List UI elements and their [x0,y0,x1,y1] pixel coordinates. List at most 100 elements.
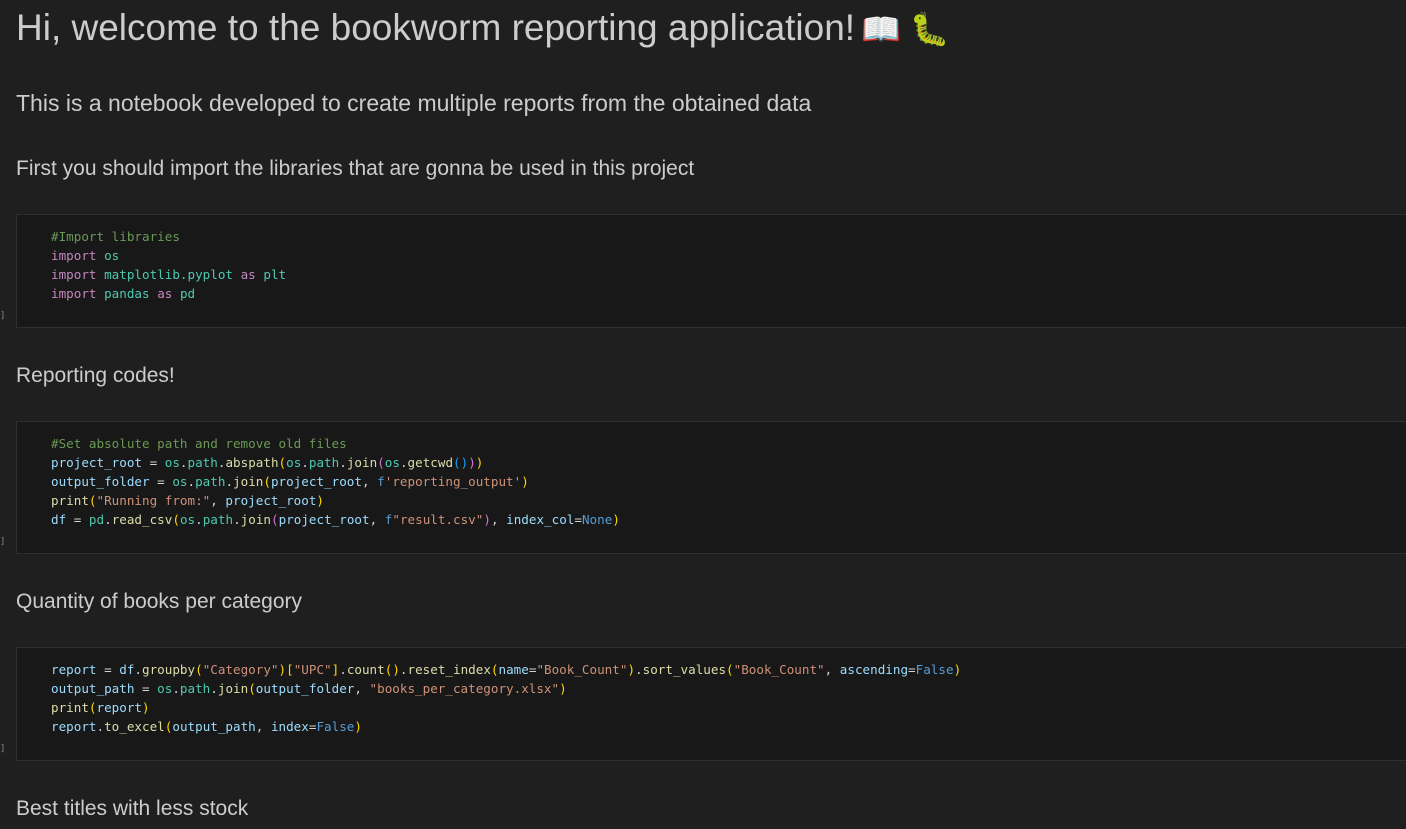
code-token: ( [278,455,287,470]
code-token: path [195,474,226,489]
code-line: #Import libraries [51,227,1406,246]
code-line: print(report) [51,698,1406,717]
code-cell-imports[interactable]: #Import libraries import os import matplot… [16,214,1406,328]
code-editor[interactable]: report = df.groupby("Category")["UPC"].c… [17,648,1406,736]
code-line: #Set absolute path and remove old files [51,434,1406,453]
code-token: . [172,681,180,696]
code-token: . [225,474,234,489]
code-token: join [217,681,249,696]
code-token: , [490,512,507,527]
code-token: join [240,512,271,527]
code-token: , [255,719,271,734]
code-token: join [346,455,378,470]
code-token: ( [88,700,97,715]
code-token: project_root [270,474,362,489]
code-token: report [96,700,143,715]
code-token: output_path [51,681,135,696]
code-cell-paths[interactable]: #Set absolute path and remove old files p… [16,421,1406,554]
code-token: ( [172,512,180,527]
code-line: output_path = os.path.join(output_folder… [51,679,1406,698]
code-token: path [202,512,234,527]
cell-bracket: ] [0,311,6,321]
notebook-title[interactable]: Hi, welcome to the bookworm reporting ap… [16,6,950,51]
code-token: , [210,493,226,508]
code-token: report [51,719,97,734]
code-token: name [498,662,529,677]
code-token: ( [726,662,734,677]
code-token: , [361,474,378,489]
intro-markdown[interactable]: This is a notebook developed to create m… [16,88,811,118]
code-token: path [179,681,211,696]
best-titles-heading[interactable]: Best titles with less stock [16,795,248,823]
code-token: project_root [51,455,142,470]
code-token: output_folder [255,681,355,696]
code-token: path [187,455,218,470]
code-token: sort_values [642,662,727,677]
code-token: print [51,493,89,508]
code-token: () [384,662,400,677]
code-token: = [142,455,165,470]
code-token: = [574,512,582,527]
code-token: ) [612,512,620,527]
code-token: , [354,681,370,696]
book-caterpillar-emoji: 📖 🐛 [861,11,950,47]
code-token: 'reporting_output' [384,474,522,489]
import-note-markdown[interactable]: First you should import the libraries th… [16,155,694,183]
code-line: import pandas as pd [51,284,1406,303]
code-token: os [384,455,400,470]
code-editor[interactable]: #Import libraries import os import matplot… [17,215,1406,303]
code-token: ) [559,681,567,696]
code-token: count [346,662,385,677]
code-token: os [157,681,173,696]
code-cell-report[interactable]: report = df.groupby("Category")["UPC"].c… [16,647,1406,761]
code-token: ) [142,700,150,715]
code-token: path [308,455,340,470]
code-token: . [339,455,347,470]
quantity-heading[interactable]: Quantity of books per category [16,588,302,616]
code-token: ( [195,662,203,677]
code-line: report = df.groupby("Category")["UPC"].c… [51,660,1406,679]
code-token: groupby [142,662,196,677]
code-token: . [187,474,196,489]
code-token: index [270,719,309,734]
code-token: reset_index [407,662,491,677]
code-token: "Running from:" [96,493,211,508]
code-token: = [149,474,173,489]
code-token: . [339,662,347,677]
code-token: plt [263,267,287,282]
code-token: "result.csv" [392,512,484,527]
code-editor[interactable]: #Set absolute path and remove old files p… [17,422,1406,529]
code-token: join [233,474,264,489]
code-token: ) [483,512,491,527]
code-token: ) [354,719,362,734]
code-token: . [104,512,112,527]
code-token: os [179,512,196,527]
code-token: , [824,662,840,677]
code-token: output_path [172,719,256,734]
code-line: import os [51,246,1406,265]
code-token: output_folder [51,474,150,489]
code-token: ( [271,512,279,527]
code-token: ( [377,455,385,470]
code-token: os [164,455,180,470]
code-token: report [51,662,97,677]
code-token: = [66,512,89,527]
code-token: . [399,455,408,470]
code-token: () [453,455,469,470]
code-token: . [96,719,105,734]
code-token: ascending [839,662,909,677]
code-token: False [316,719,355,734]
code-token: [ [286,662,294,677]
code-token: "Book_Count" [536,662,628,677]
code-token: . [635,662,643,677]
code-token: as [157,286,173,301]
reporting-heading[interactable]: Reporting codes! [16,362,175,390]
code-token: None [581,512,613,527]
code-token: , [369,512,385,527]
code-token: project_root [278,512,370,527]
code-token: = [134,681,158,696]
